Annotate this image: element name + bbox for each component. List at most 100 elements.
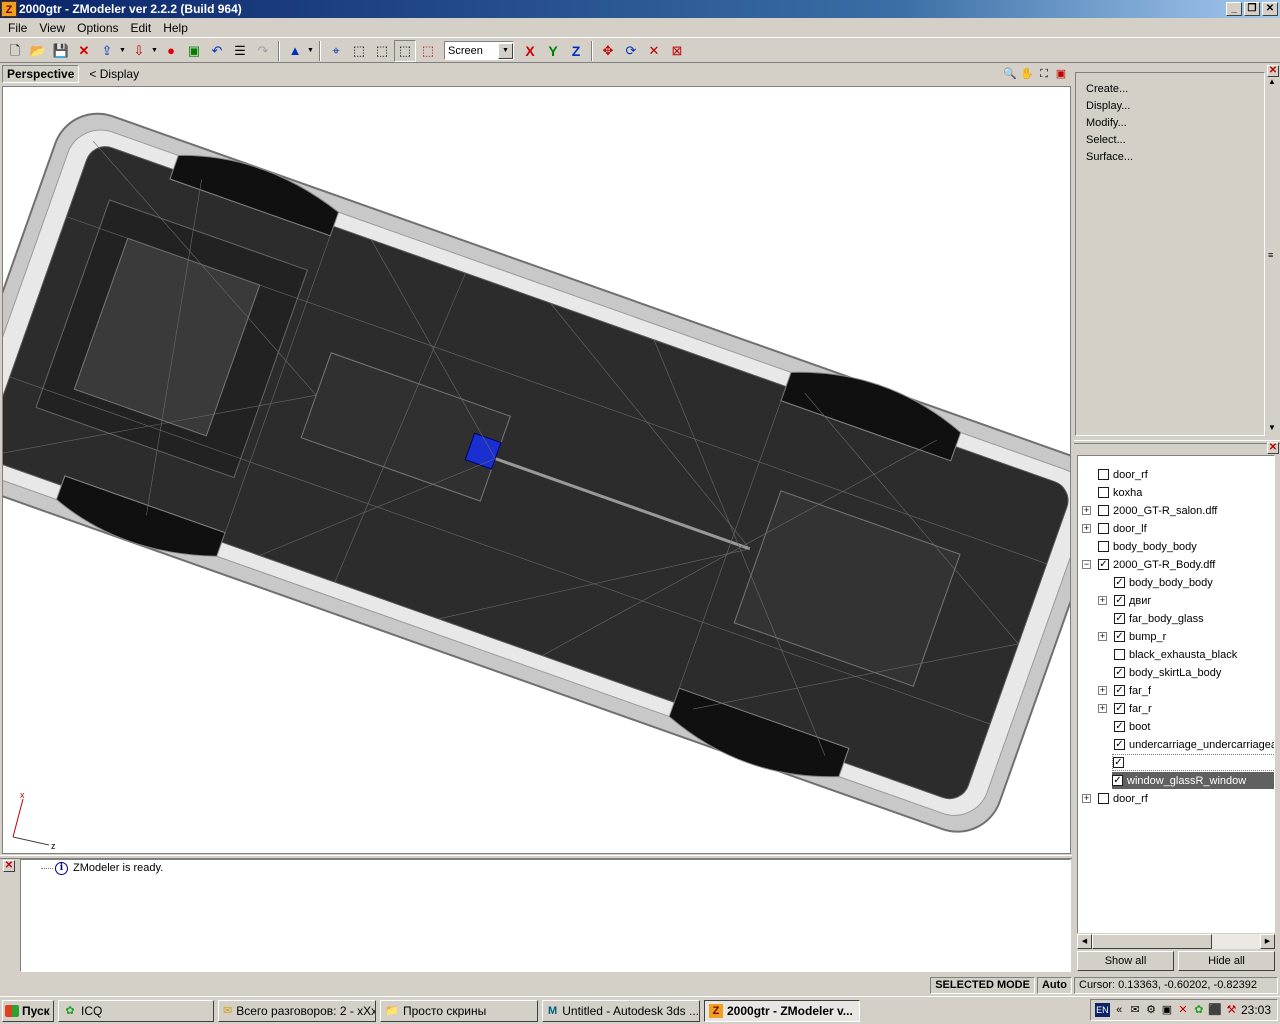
tree-checkbox[interactable]: ✓: [1114, 703, 1125, 714]
command-modify[interactable]: Modify...: [1086, 117, 1264, 134]
tree-item-label[interactable]: far_body_glass: [1129, 613, 1204, 625]
tree-checkbox[interactable]: ✓: [1114, 595, 1125, 606]
expand-icon[interactable]: +: [1098, 632, 1107, 641]
monitor-icon[interactable]: ▣: [1161, 1003, 1174, 1017]
tree-item-label[interactable]: koxha: [1113, 487, 1142, 499]
save-icon[interactable]: 💾: [50, 40, 72, 62]
tree-item-label[interactable]: bump_r: [1129, 631, 1166, 643]
close-button[interactable]: ✕: [1262, 2, 1278, 16]
tree-item-label[interactable]: body_body_body: [1113, 541, 1197, 553]
collapse-icon[interactable]: −: [1082, 560, 1091, 569]
expand-icon[interactable]: +: [1082, 506, 1091, 515]
language-indicator[interactable]: EN: [1095, 1003, 1110, 1017]
restore-button[interactable]: ❐: [1244, 2, 1260, 16]
object-mode-icon[interactable]: ⬚: [371, 40, 393, 62]
tree-checkbox[interactable]: ✓: [1114, 631, 1125, 642]
menu-options[interactable]: Options: [71, 21, 124, 35]
tree-item-label[interactable]: far_f: [1129, 685, 1151, 697]
tree-checkbox[interactable]: ✓: [1114, 739, 1125, 750]
solid-mode-icon[interactable]: ⬚: [417, 40, 439, 62]
tree-checkbox[interactable]: [1098, 523, 1109, 534]
tool-tray-icon[interactable]: ⚒: [1225, 1003, 1238, 1017]
tree-item-label[interactable]: 2000_GT-R_salon.dff: [1113, 505, 1217, 517]
properties-icon[interactable]: ☰: [229, 40, 251, 62]
tree-item-label[interactable]: door_rf: [1113, 469, 1148, 481]
tree-checkbox[interactable]: ✓: [1112, 775, 1123, 786]
tree-item-selected[interactable]: ✓ window_glassR_window: [1112, 772, 1274, 789]
new-file-icon[interactable]: 🗋: [4, 40, 26, 62]
face-mode-icon[interactable]: ⬚: [348, 40, 370, 62]
taskbar-item-chat[interactable]: ✉ Всего разговоров: 2 - xXx: [218, 999, 376, 1022]
menu-help[interactable]: Help: [157, 21, 194, 35]
zmodeler-app-icon[interactable]: Z: [1, 1, 17, 17]
record-icon[interactable]: ●: [160, 40, 182, 62]
command-surface[interactable]: Surface...: [1086, 151, 1264, 168]
menu-edit[interactable]: Edit: [125, 21, 158, 35]
expand-icon[interactable]: +: [1082, 524, 1091, 533]
scroll-grip-icon[interactable]: ≡: [1268, 250, 1273, 260]
mirror-tool-icon[interactable]: ⊠: [666, 40, 688, 62]
command-scrollbar[interactable]: ▲ ≡ ▼: [1267, 72, 1277, 436]
scroll-thumb[interactable]: [1092, 934, 1212, 949]
command-display[interactable]: Display...: [1086, 100, 1264, 117]
tree-item-label[interactable]: undercarriage_undercarriagea_: [1129, 739, 1274, 751]
expand-tray-icon[interactable]: «: [1113, 1003, 1126, 1017]
axis-z-button[interactable]: Z: [565, 40, 587, 62]
close-tree-panel-icon[interactable]: ✕: [1267, 442, 1279, 454]
vertex-mode-icon[interactable]: ⌖: [325, 40, 347, 62]
tree-item-label[interactable]: boot: [1129, 721, 1150, 733]
chevron-down-icon[interactable]: ▼: [498, 42, 513, 59]
open-file-icon[interactable]: 📂: [27, 40, 49, 62]
undo-icon[interactable]: ↶: [206, 40, 228, 62]
expand-icon[interactable]: +: [1082, 794, 1091, 803]
maximize-viewport-icon[interactable]: ⛶: [1036, 66, 1052, 82]
network-icon[interactable]: ⚙: [1145, 1003, 1158, 1017]
3d-viewport[interactable]: x z: [2, 86, 1071, 854]
close-log-icon[interactable]: ✕: [3, 860, 15, 872]
scale-tool-icon[interactable]: ✕: [643, 40, 665, 62]
delete-icon[interactable]: ✕: [73, 40, 95, 62]
start-button[interactable]: Пуск: [2, 999, 54, 1022]
tree-checkbox[interactable]: [1098, 793, 1109, 804]
taskbar-item-3ds[interactable]: M Untitled - Autodesk 3ds ...: [542, 999, 700, 1022]
display-button[interactable]: < Display: [89, 67, 139, 81]
tree-checkbox[interactable]: ✓: [1114, 577, 1125, 588]
taskbar-item-icq[interactable]: ✿ ICQ: [58, 999, 214, 1022]
tree-item-label[interactable]: far_r: [1129, 703, 1152, 715]
app-tray-icon[interactable]: ⬛: [1208, 1003, 1222, 1017]
tree-item-label[interactable]: двиг: [1129, 595, 1151, 607]
tree-checkbox[interactable]: [1098, 487, 1109, 498]
command-create[interactable]: Create...: [1086, 83, 1264, 100]
tree-checkbox[interactable]: [1098, 541, 1109, 552]
tree-checkbox[interactable]: ✓: [1114, 685, 1125, 696]
tree-item-label[interactable]: black_exhausta_black: [1129, 649, 1237, 661]
tree-checkbox[interactable]: [1098, 469, 1109, 480]
tree-checkbox[interactable]: ✓: [1098, 559, 1109, 570]
expand-icon[interactable]: +: [1098, 704, 1107, 713]
tree-item-label[interactable]: 2000_GT-R_Body.dff: [1113, 559, 1215, 571]
tree-item-label[interactable]: door_rf: [1113, 793, 1148, 805]
scroll-left-icon[interactable]: ◀: [1077, 934, 1092, 949]
axis-y-button[interactable]: Y: [542, 40, 564, 62]
tree-checkbox[interactable]: ✓: [1114, 721, 1125, 732]
view-mode-select[interactable]: Screen ▼: [444, 41, 514, 60]
cone-icon[interactable]: ▲: [284, 40, 306, 62]
taskbar-item-folder[interactable]: 📁 Просто скрины: [380, 999, 538, 1022]
zoom-icon[interactable]: 🔍: [1002, 66, 1018, 82]
scroll-right-icon[interactable]: ▶: [1260, 934, 1275, 949]
taskbar-item-zmodeler[interactable]: Z 2000gtr - ZModeler v...: [704, 999, 860, 1022]
scroll-up-icon[interactable]: ▲: [1268, 77, 1276, 86]
tree-checkbox[interactable]: [1098, 505, 1109, 516]
menu-view[interactable]: View: [33, 21, 71, 35]
panel-splitter[interactable]: [1074, 440, 1280, 444]
mail-icon[interactable]: ✉: [1129, 1003, 1142, 1017]
hide-all-button[interactable]: Hide all: [1178, 951, 1275, 971]
tree-item-label[interactable]: window_glassR_window: [1127, 775, 1246, 787]
tree-checkbox[interactable]: ✓: [1114, 667, 1125, 678]
cone-dropdown-icon[interactable]: ▼: [307, 47, 315, 54]
redo-icon[interactable]: ↷: [252, 40, 274, 62]
scroll-down-icon[interactable]: ▼: [1268, 423, 1276, 432]
minimize-button[interactable]: _: [1226, 2, 1242, 16]
import-icon[interactable]: ⇪: [96, 40, 118, 62]
expand-icon[interactable]: +: [1098, 596, 1107, 605]
